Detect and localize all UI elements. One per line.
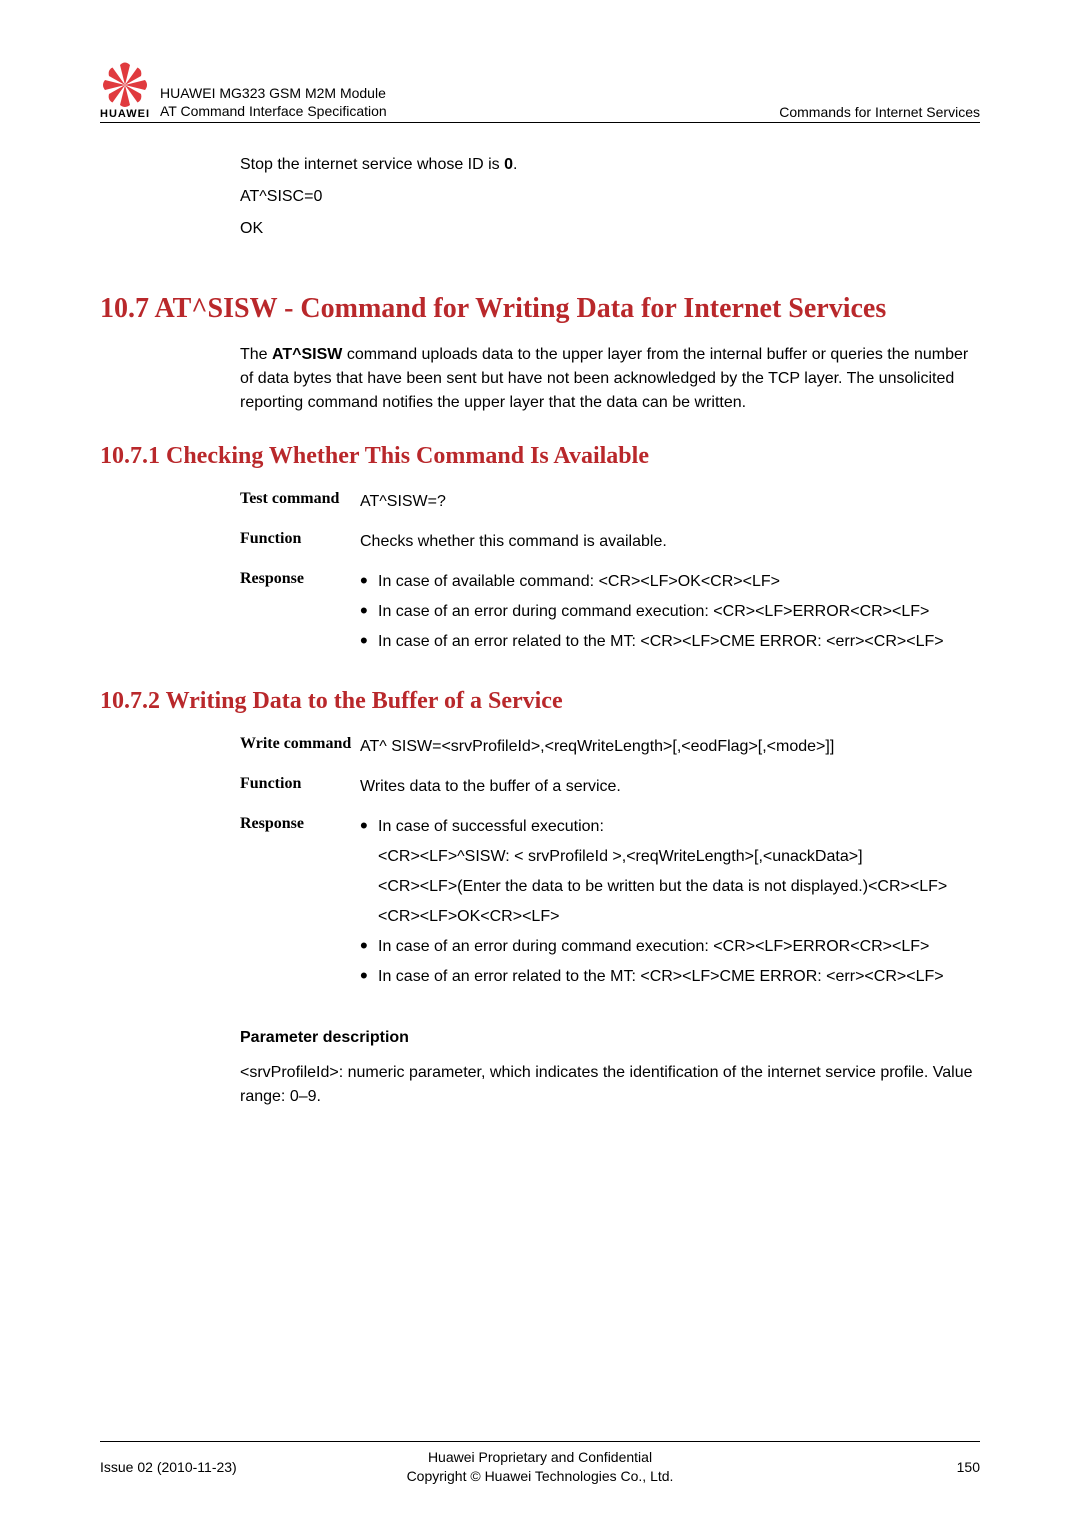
bullet-item: • In case of an error during command exe… xyxy=(360,935,980,959)
table-row: Function Writes data to the buffer of a … xyxy=(240,775,980,799)
table-row: Response • In case of available command:… xyxy=(240,570,980,660)
intro-line3: OK xyxy=(240,217,980,241)
section-title: 10.7 AT^SISW - Command for Writing Data … xyxy=(100,291,980,327)
response-label: Response xyxy=(240,570,360,660)
table-row: Response • In case of successful executi… xyxy=(240,815,980,995)
bullet-item: • In case of available command: <CR><LF>… xyxy=(360,570,980,594)
write-command-value: AT^ SISW=<srvProfileId>,<reqWriteLength>… xyxy=(360,735,980,759)
footer-proprietary: Huawei Proprietary and Confidential xyxy=(320,1448,760,1468)
bullet-icon: • xyxy=(360,965,378,989)
huawei-logo-icon: HUAWEI xyxy=(100,60,150,120)
logo-text: HUAWEI xyxy=(100,108,150,120)
bullet-item: • In case of an error related to the MT:… xyxy=(360,965,980,989)
bullet-subtext: <CR><LF>^SISW: < srvProfileId >,<reqWrit… xyxy=(360,845,980,869)
table-row: Function Checks whether this command is … xyxy=(240,530,980,554)
bullet-icon: • xyxy=(360,570,378,594)
parameter-text: <srvProfileId>: numeric parameter, which… xyxy=(100,1061,980,1109)
bullet-text: In case of successful execution: xyxy=(378,815,980,839)
bullet-icon: • xyxy=(360,935,378,959)
spec-table-1: Test command AT^SISW=? Function Checks w… xyxy=(100,490,980,660)
bullet-item: • In case of an error related to the MT:… xyxy=(360,630,980,654)
footer-center: Huawei Proprietary and Confidential Copy… xyxy=(320,1448,760,1487)
bullet-subtext: <CR><LF>OK<CR><LF> xyxy=(360,905,980,929)
bullet-icon: • xyxy=(360,600,378,624)
bullet-subtext: <CR><LF>(Enter the data to be written bu… xyxy=(360,875,980,899)
intro-line1-bold: 0 xyxy=(504,156,513,173)
bullet-icon: • xyxy=(360,815,378,839)
function-label: Function xyxy=(240,775,360,799)
bullet-text: In case of an error during command execu… xyxy=(378,600,980,624)
subsection-1-title: 10.7.1 Checking Whether This Command Is … xyxy=(100,443,980,470)
page-footer: Issue 02 (2010-11-23) Huawei Proprietary… xyxy=(100,1441,980,1487)
table-row: Test command AT^SISW=? xyxy=(240,490,980,514)
bullet-text: In case of an error related to the MT: <… xyxy=(378,965,980,989)
function-value: Checks whether this command is available… xyxy=(360,530,980,554)
header-title-1: HUAWEI MG323 GSM M2M Module xyxy=(160,84,779,102)
bullet-icon: • xyxy=(360,630,378,654)
section-intro-bold: AT^SISW xyxy=(272,346,342,363)
intro-line1: Stop the internet service whose ID is 0. xyxy=(240,153,980,177)
section-intro-post: command uploads data to the upper layer … xyxy=(240,346,968,411)
function-label: Function xyxy=(240,530,360,554)
footer-issue: Issue 02 (2010-11-23) xyxy=(100,1459,320,1475)
intro-line1-end: . xyxy=(513,156,517,173)
response-content: • In case of available command: <CR><LF>… xyxy=(360,570,980,660)
intro-line2: AT^SISC=0 xyxy=(240,185,980,209)
section-intro-pre: The xyxy=(240,346,272,363)
spec-table-2: Write command AT^ SISW=<srvProfileId>,<r… xyxy=(100,735,980,995)
header-title-2: AT Command Interface Specification xyxy=(160,102,779,120)
table-row: Write command AT^ SISW=<srvProfileId>,<r… xyxy=(240,735,980,759)
write-command-label: Write command xyxy=(240,735,360,759)
header-titles: HUAWEI MG323 GSM M2M Module AT Command I… xyxy=(160,84,779,120)
bullet-item: • In case of an error during command exe… xyxy=(360,600,980,624)
bullet-item: • In case of successful execution: xyxy=(360,815,980,839)
page-header: HUAWEI HUAWEI MG323 GSM M2M Module AT Co… xyxy=(100,60,980,123)
response-content: • In case of successful execution: <CR><… xyxy=(360,815,980,995)
section-intro: The AT^SISW command uploads data to the … xyxy=(100,343,980,415)
bullet-text: In case of an error related to the MT: <… xyxy=(378,630,980,654)
intro-block: Stop the internet service whose ID is 0.… xyxy=(100,153,980,241)
footer-copyright: Copyright © Huawei Technologies Co., Ltd… xyxy=(320,1467,760,1487)
logo-area: HUAWEI xyxy=(100,60,150,120)
test-command-value: AT^SISW=? xyxy=(360,490,980,514)
footer-page-number: 150 xyxy=(760,1459,980,1475)
response-label: Response xyxy=(240,815,360,995)
bullet-text: In case of an error during command execu… xyxy=(378,935,980,959)
test-command-label: Test command xyxy=(240,490,360,514)
function-value: Writes data to the buffer of a service. xyxy=(360,775,980,799)
intro-line1-text: Stop the internet service whose ID is xyxy=(240,156,504,173)
subsection-2-title: 10.7.2 Writing Data to the Buffer of a S… xyxy=(100,688,980,715)
header-right: Commands for Internet Services xyxy=(779,104,980,120)
parameter-heading: Parameter description xyxy=(100,1029,980,1047)
bullet-text: In case of available command: <CR><LF>OK… xyxy=(378,570,980,594)
